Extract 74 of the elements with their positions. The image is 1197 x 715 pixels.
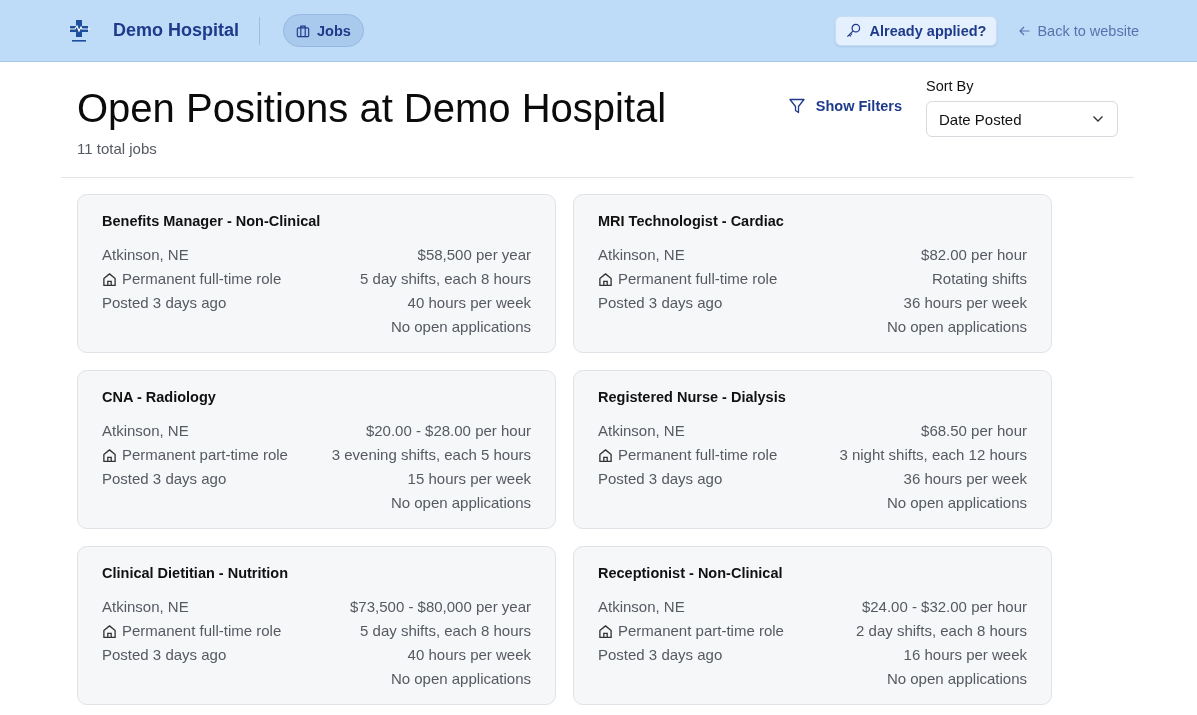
house-icon — [598, 447, 613, 463]
job-posted-date: Posted 3 days ago — [598, 645, 724, 665]
job-shifts: Rotating shifts — [931, 269, 1027, 289]
job-shifts: 5 day shifts, each 8 hours — [360, 269, 531, 289]
job-location: Atkinson, NE — [102, 421, 190, 441]
job-role-type: Permanent full-time role — [122, 269, 282, 289]
job-pay: $68.50 per hour — [921, 421, 1027, 441]
job-card[interactable]: Benefits Manager - Non-Clinical Atkinson, NE Permanent full-time role Posted 3 days ago $58,500 per year 5 day shifts, each 8 hours 40 hours per week No open applications — [77, 194, 556, 353]
job-pay: $82.00 per hour — [921, 245, 1027, 265]
job-applications-status: No open applications — [390, 493, 531, 513]
job-card[interactable]: Registered Nurse - Dialysis Atkinson, NE Permanent full-time role Posted 3 days ago $68.50 per hour 3 night shifts, each 12 hours 36 hours per week No open applications — [573, 370, 1052, 529]
job-applications-status: No open applications — [886, 317, 1027, 337]
chevron-down-icon — [1092, 115, 1104, 123]
house-icon — [102, 623, 117, 639]
job-location: Atkinson, NE — [598, 421, 686, 441]
job-card[interactable]: CNA - Radiology Atkinson, NE Permanent part-time role Posted 3 days ago $20.00 - $28.00 per hour 3 evening shifts, each 5 hours 15 hours per week No open applications — [77, 370, 556, 529]
sort-dropdown[interactable]: Date Posted — [926, 101, 1118, 137]
job-applications-status: No open applications — [886, 669, 1027, 689]
job-title: Receptionist - Non-Clinical — [598, 564, 784, 583]
house-icon — [598, 271, 613, 287]
job-card[interactable]: Clinical Dietitian - Nutrition Atkinson, NE Permanent full-time role Posted 3 days ago $73,500 - $80,000 per year 5 day shifts, each 8 hours 40 hours per week No open applications — [77, 546, 556, 705]
jobs-tab[interactable]: Jobs — [283, 14, 364, 47]
show-filters-button[interactable]: Show Filters — [788, 97, 902, 114]
job-role-type: Permanent full-time role — [122, 621, 282, 641]
job-weekly-hours: 16 hours per week — [903, 645, 1027, 665]
job-applications-status: No open applications — [886, 493, 1027, 513]
job-pay: $24.00 - $32.00 per hour — [861, 597, 1027, 617]
job-posted-date: Posted 3 days ago — [598, 469, 724, 489]
house-icon — [102, 447, 117, 463]
job-count: 11 total jobs — [77, 139, 158, 159]
job-pay: $20.00 - $28.00 per hour — [365, 421, 531, 441]
sort-label: Sort By — [926, 77, 975, 96]
job-role-type: Permanent full-time role — [618, 445, 778, 465]
job-weekly-hours: 15 hours per week — [407, 469, 531, 489]
job-location: Atkinson, NE — [102, 597, 190, 617]
job-applications-status: No open applications — [390, 317, 531, 337]
job-shifts: 2 day shifts, each 8 hours — [856, 621, 1027, 641]
job-title: Registered Nurse - Dialysis — [598, 388, 787, 407]
job-title: Clinical Dietitian - Nutrition — [102, 564, 290, 583]
arrow-left-icon — [1019, 25, 1031, 36]
house-icon — [598, 623, 613, 639]
job-weekly-hours: 36 hours per week — [903, 293, 1027, 313]
job-card[interactable]: Receptionist - Non-Clinical Atkinson, NE Permanent part-time role Posted 3 days ago $24.00 - $32.00 per hour 2 day shifts, each 8 hours 16 hours per week No open applications — [573, 546, 1052, 705]
job-shifts: 5 day shifts, each 8 hours — [360, 621, 531, 641]
job-shifts: 3 night shifts, each 12 hours — [839, 445, 1027, 465]
job-location: Atkinson, NE — [598, 245, 686, 265]
job-role-type: Permanent part-time role — [618, 621, 784, 641]
cross-logo-icon — [68, 18, 90, 43]
briefcase-icon — [296, 23, 311, 38]
key-icon — [845, 23, 861, 38]
job-posted-date: Posted 3 days ago — [102, 469, 228, 489]
job-weekly-hours: 36 hours per week — [903, 469, 1027, 489]
job-pay: $73,500 - $80,000 per year — [350, 597, 531, 617]
job-weekly-hours: 40 hours per week — [407, 645, 531, 665]
job-applications-status: No open applications — [390, 669, 531, 689]
job-title: CNA - Radiology — [102, 388, 217, 407]
job-title: MRI Technologist - Cardiac — [598, 212, 785, 231]
job-role-type: Permanent full-time role — [618, 269, 778, 289]
filter-icon — [788, 97, 805, 114]
brand-name: Demo Hospital — [113, 20, 240, 41]
house-icon — [102, 271, 117, 287]
job-pay: $58,500 per year — [417, 245, 531, 265]
job-posted-date: Posted 3 days ago — [598, 293, 724, 313]
page-title: Open Positions at Demo Hospital — [77, 86, 667, 130]
job-posted-date: Posted 3 days ago — [102, 645, 228, 665]
job-weekly-hours: 40 hours per week — [407, 293, 531, 313]
job-location: Atkinson, NE — [598, 597, 686, 617]
job-shifts: 3 evening shifts, each 5 hours — [331, 445, 531, 465]
job-location: Atkinson, NE — [102, 245, 190, 265]
job-title: Benefits Manager - Non-Clinical — [102, 212, 322, 231]
already-applied-button[interactable]: Already applied? — [834, 15, 998, 46]
job-card[interactable]: MRI Technologist - Cardiac Atkinson, NE Permanent full-time role Posted 3 days ago $82.00 per hour Rotating shifts 36 hours per week No open applications — [573, 194, 1052, 353]
job-posted-date: Posted 3 days ago — [102, 293, 228, 313]
job-role-type: Permanent part-time role — [122, 445, 288, 465]
